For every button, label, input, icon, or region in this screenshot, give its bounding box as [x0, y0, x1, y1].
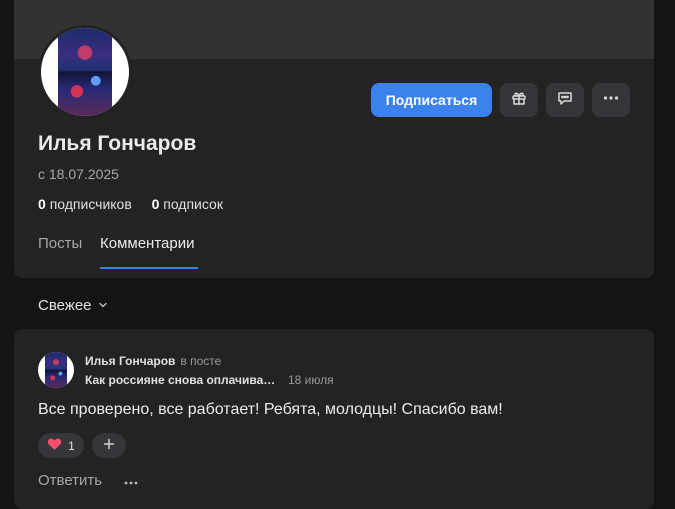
gift-icon [510, 89, 528, 112]
comment-author-avatar[interactable] [38, 352, 74, 388]
plus-icon [103, 437, 115, 455]
reaction-heart[interactable]: 1 [38, 433, 84, 458]
message-icon [556, 89, 574, 112]
profile-card: Подписаться Илья Гончаров с 18.07.2025 0… [14, 0, 654, 278]
tab-posts[interactable]: Посты [38, 235, 82, 252]
comment-context: в посте [180, 354, 222, 368]
comment-author[interactable]: Илья Гончаров [85, 354, 175, 368]
followers-count[interactable]: 0 [38, 196, 46, 212]
avatar-photo [57, 28, 113, 116]
following-count[interactable]: 0 [152, 196, 160, 212]
more-icon [124, 472, 138, 490]
profile-since: с 18.07.2025 [38, 166, 119, 182]
reply-button[interactable]: Ответить [38, 472, 102, 489]
profile-avatar[interactable] [38, 25, 132, 119]
reaction-count: 1 [68, 438, 75, 453]
active-tab-indicator [100, 267, 198, 269]
avatar-photo [44, 352, 68, 388]
sort-label: Свежее [38, 297, 92, 314]
subscribe-button[interactable]: Подписаться [371, 83, 492, 117]
sort-dropdown[interactable]: Свежее [38, 297, 108, 314]
more-icon [602, 89, 620, 112]
tab-comments[interactable]: Комментарии [100, 235, 194, 252]
chevron-down-icon [98, 297, 108, 314]
comment-date: 18 июля [288, 373, 334, 387]
comment-header: Илья Гончаров в посте [85, 354, 221, 368]
profile-stats: 0 подписчиков 0 подписок [38, 196, 223, 212]
comment-card: Илья Гончаров в посте Как россияне снова … [14, 329, 654, 509]
gift-button[interactable] [500, 83, 538, 117]
more-button[interactable] [592, 83, 630, 117]
heart-icon [47, 437, 62, 454]
message-button[interactable] [546, 83, 584, 117]
comment-post-link[interactable]: Как россияне снова оплачива… [85, 373, 275, 387]
profile-name: Илья Гончаров [38, 132, 197, 155]
comment-more-button[interactable] [122, 472, 140, 490]
add-reaction-button[interactable] [92, 433, 126, 458]
comment-text: Все проверено, все работает! Ребята, мол… [38, 401, 503, 418]
following-label[interactable]: подписок [163, 196, 223, 212]
followers-label[interactable]: подписчиков [50, 196, 132, 212]
